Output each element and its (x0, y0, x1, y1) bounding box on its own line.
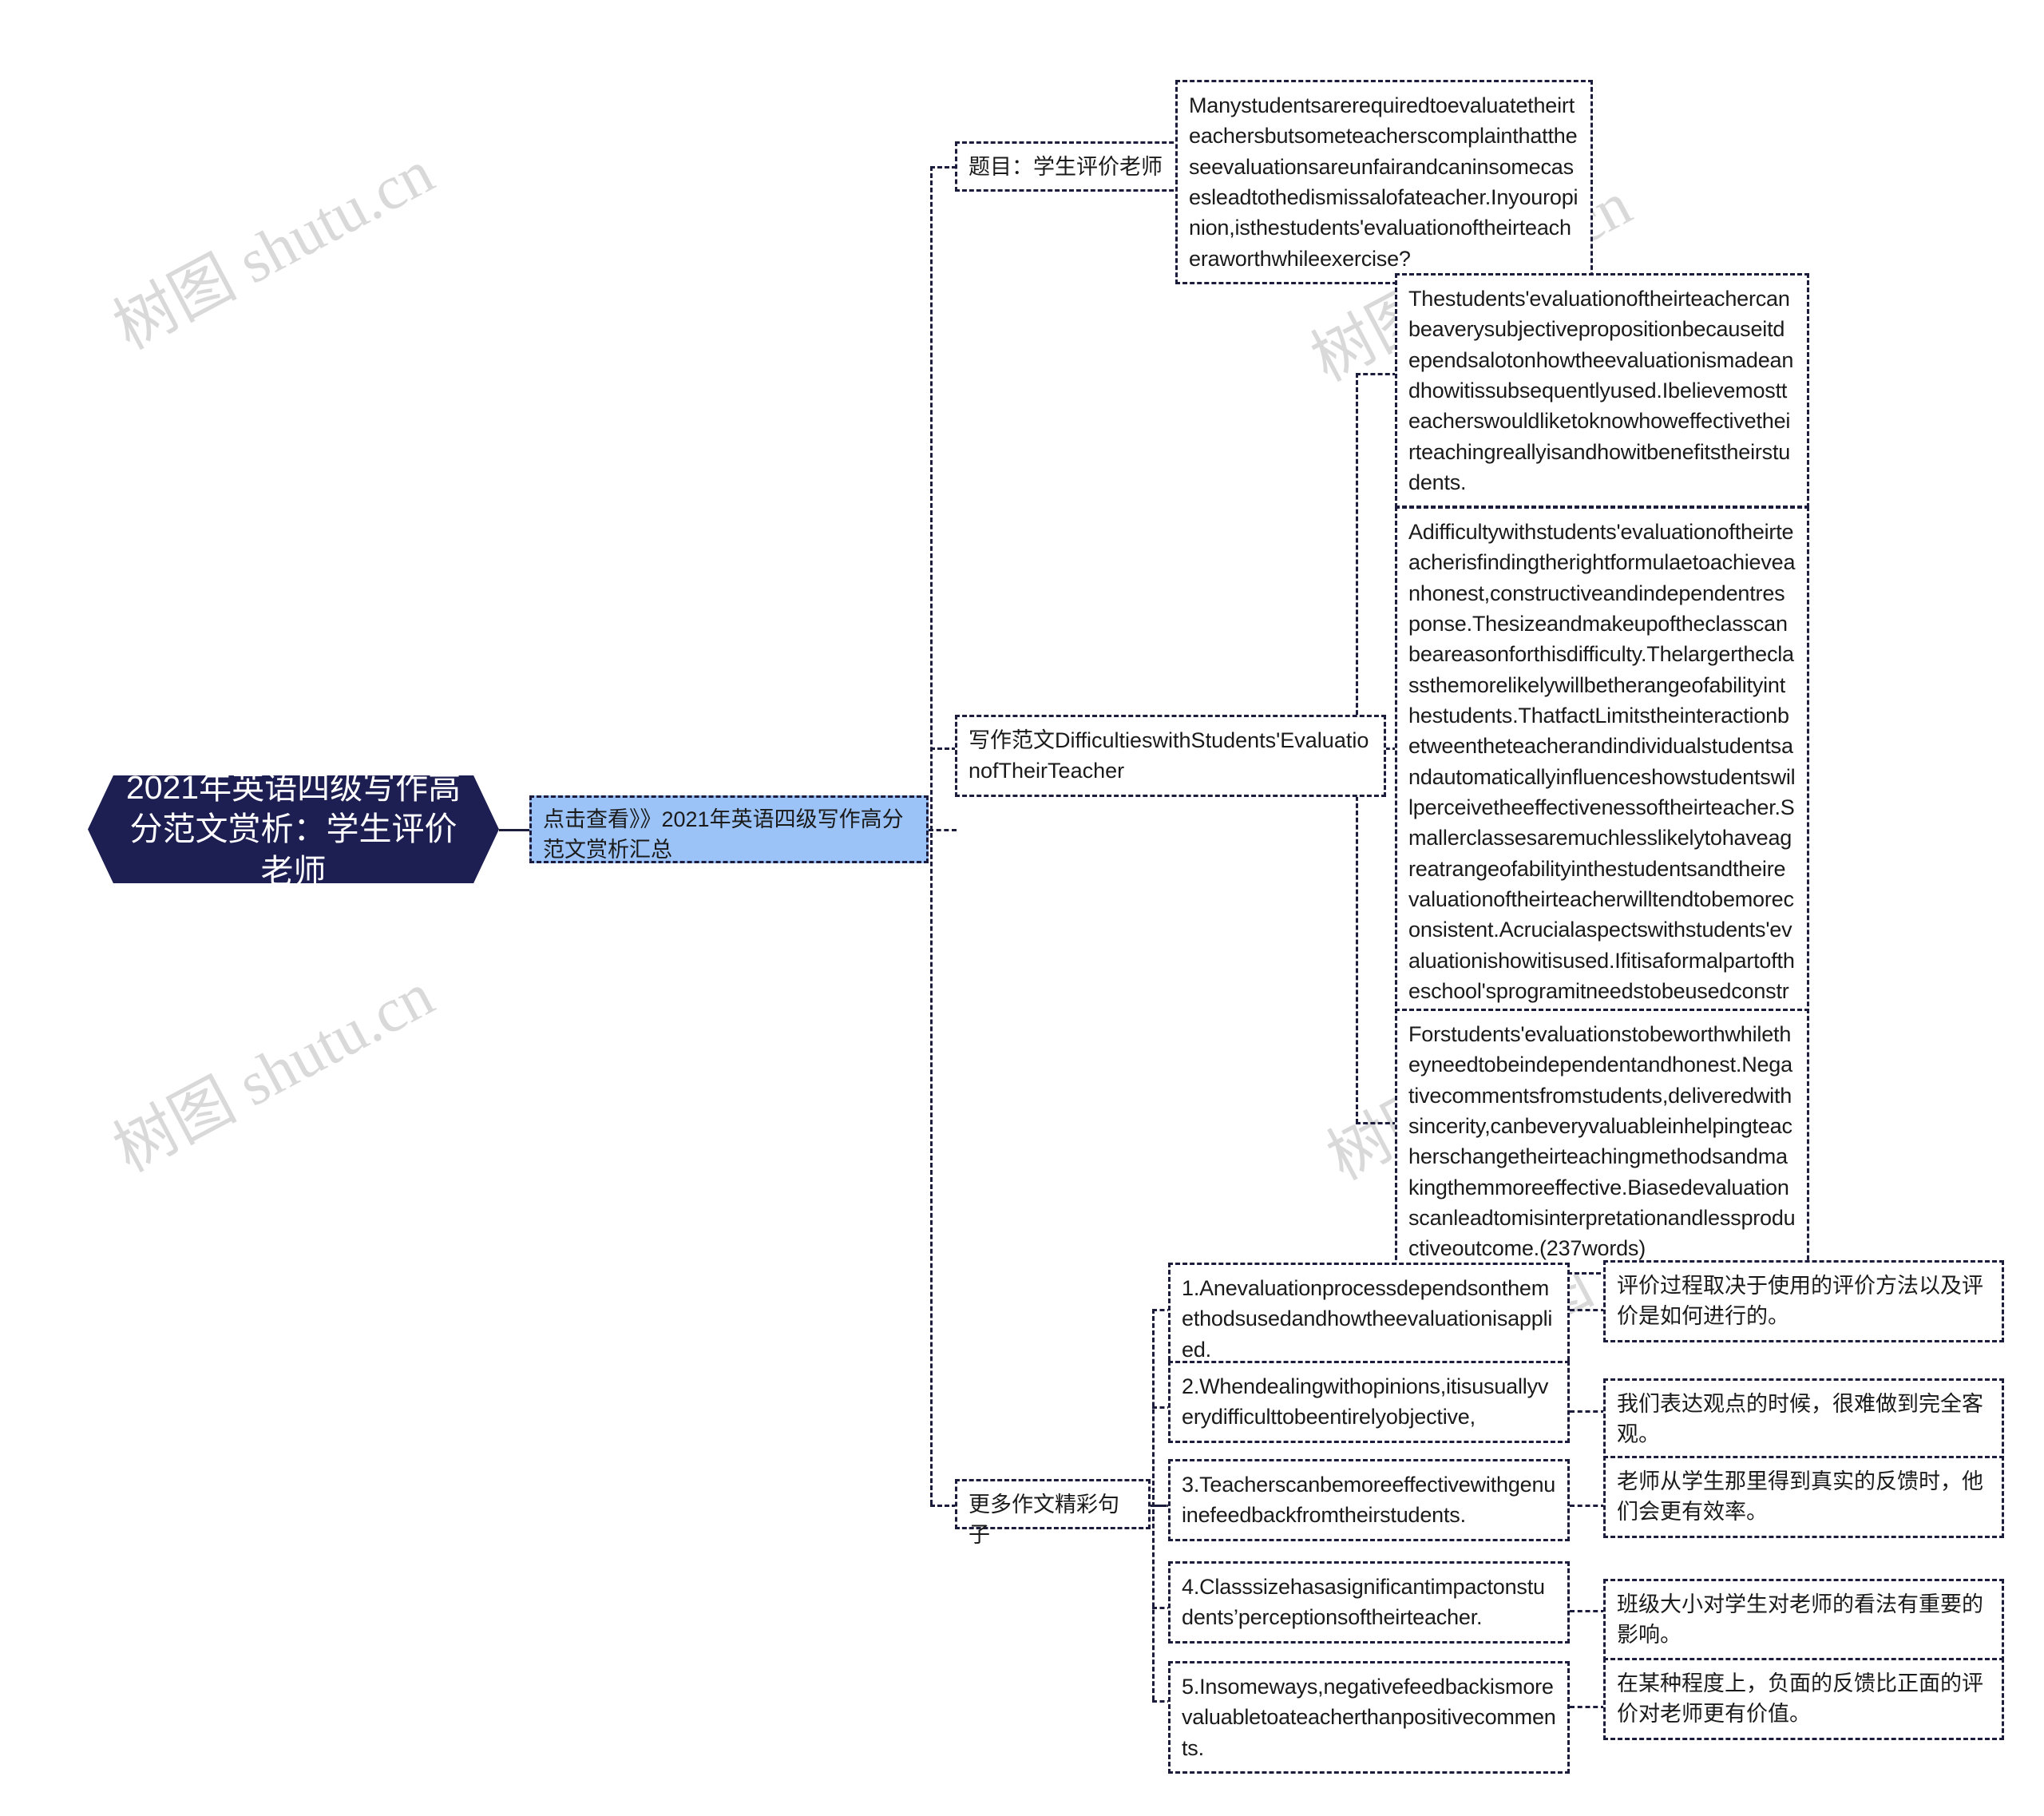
sentence-english-text: 1.Anevaluationprocessdependsonthemethods… (1182, 1276, 1553, 1362)
sentence-english-text: 5.Insomeways,negativefeedbackismorevalua… (1182, 1675, 1556, 1760)
link-node-label: 点击查看》》2021年英语四级写作高分范文赏析汇总 (543, 807, 904, 862)
sentence-chinese[interactable]: 班级大小对学生对老师的看法有重要的影响。 (1603, 1579, 2004, 1661)
sentence-english[interactable]: 2.Whendealingwithopinions,itisusuallyver… (1168, 1361, 1570, 1443)
link-node-view-collection[interactable]: 点击查看》》2021年英语四级写作高分范文赏析汇总 (529, 795, 929, 863)
connector-sent-3-en-to-cn (1570, 1505, 1606, 1507)
essay-paragraph-body: Forstudents'evaluationstobeworthwhilethe… (1408, 1022, 1796, 1261)
essay-paragraph-body: Adifficultywithstudents'evaluationofthei… (1408, 520, 1796, 1065)
essay-paragraph[interactable]: Adifficultywithstudents'evaluationofthei… (1395, 506, 1809, 1078)
sentence-english-text: 4.Classsizehasasignificantimpactonstuden… (1182, 1575, 1545, 1630)
sentence-chinese-text: 班级大小对学生对老师的看法有重要的影响。 (1617, 1592, 1983, 1647)
connector-root-to-link (499, 829, 533, 831)
watermark: 树图 shutu.cn (102, 959, 445, 1185)
branch-essay[interactable]: 写作范文DifficultieswithStudents'Evaluationo… (955, 715, 1386, 797)
sentence-english[interactable]: 5.Insomeways,negativefeedbackismorevalua… (1168, 1661, 1570, 1774)
connector-spine-vertical (930, 166, 933, 1505)
sentence-chinese-text: 我们表达观点的时候，很难做到完全客观。 (1617, 1392, 1983, 1447)
connector-para-spine-to-p1 (1356, 373, 1397, 375)
essay-paragraph-body: Thestudents'evaluationoftheirteachercanb… (1408, 287, 1794, 494)
branch-more-sentences[interactable]: 更多作文精彩句子 (955, 1479, 1151, 1547)
branch-more-sentences-label: 更多作文精彩句子 (969, 1493, 1119, 1548)
topic-prompt-text[interactable]: Manystudentsarerequiredtoevaluatetheirte… (1175, 80, 1593, 284)
sentence-english-text: 3.Teacherscanbemoreeffectivewithgenuinef… (1182, 1473, 1556, 1528)
connector-sent-5-en-to-cn (1570, 1706, 1606, 1708)
branch-topic-label: 题目：学生评价老师 (969, 155, 1163, 179)
essay-paragraph[interactable]: Forstudents'evaluationstobeworthwhilethe… (1395, 1009, 1809, 1275)
topic-prompt-body: Manystudentsarerequiredtoevaluatetheirte… (1189, 93, 1579, 271)
connector-spine-to-essay (930, 747, 957, 750)
root-title: 2021年英语四级写作高分范文赏析：学生评价老师 (125, 768, 461, 890)
sentence-english[interactable]: 1.Anevaluationprocessdependsonthemethods… (1168, 1263, 1570, 1375)
sentence-chinese[interactable]: 评价过程取决于使用的评价方法以及评价是如何进行的。 (1603, 1260, 2004, 1342)
branch-essay-label: 写作范文DifficultieswithStudents'Evaluationo… (969, 728, 1369, 783)
connector-sent-4-en-to-cn (1570, 1610, 1606, 1612)
sentence-chinese[interactable]: 在某种程度上，负面的反馈比正面的评价对老师更有价值。 (1603, 1658, 2004, 1740)
watermark: 树图 shutu.cn (102, 137, 445, 363)
sentence-chinese-text: 在某种程度上，负面的反馈比正面的评价对老师更有价值。 (1617, 1671, 1983, 1727)
connector-sent-1-en-to-cn (1570, 1309, 1606, 1311)
root-node[interactable]: 2021年英语四级写作高分范文赏析：学生评价老师 (88, 775, 499, 883)
sentence-chinese[interactable]: 我们表达观点的时候，很难做到完全客观。 (1603, 1378, 2004, 1461)
sentence-chinese[interactable]: 老师从学生那里得到真实的反馈时，他们会更有效率。 (1603, 1456, 2004, 1538)
sentence-english[interactable]: 4.Classsizehasasignificantimpactonstuden… (1168, 1561, 1570, 1644)
essay-paragraph[interactable]: Thestudents'evaluationoftheirteachercanb… (1395, 273, 1809, 509)
connector-para-spine-to-p3 (1356, 1122, 1397, 1124)
sentence-english[interactable]: 3.Teacherscanbemoreeffectivewithgenuinef… (1168, 1459, 1570, 1541)
connector-sent-2-en-to-cn (1570, 1410, 1606, 1413)
sentence-chinese-text: 评价过程取决于使用的评价方法以及评价是如何进行的。 (1617, 1274, 1983, 1329)
connector-link-to-spine (929, 829, 957, 831)
connector-spine-to-topic (930, 166, 957, 169)
sentence-english-text: 2.Whendealingwithopinions,itisusuallyver… (1182, 1374, 1549, 1429)
branch-topic[interactable]: 题目：学生评价老师 (955, 141, 1188, 192)
connector-spine-to-more (930, 1505, 957, 1507)
sentence-chinese-text: 老师从学生那里得到真实的反馈时，他们会更有效率。 (1617, 1469, 1983, 1525)
